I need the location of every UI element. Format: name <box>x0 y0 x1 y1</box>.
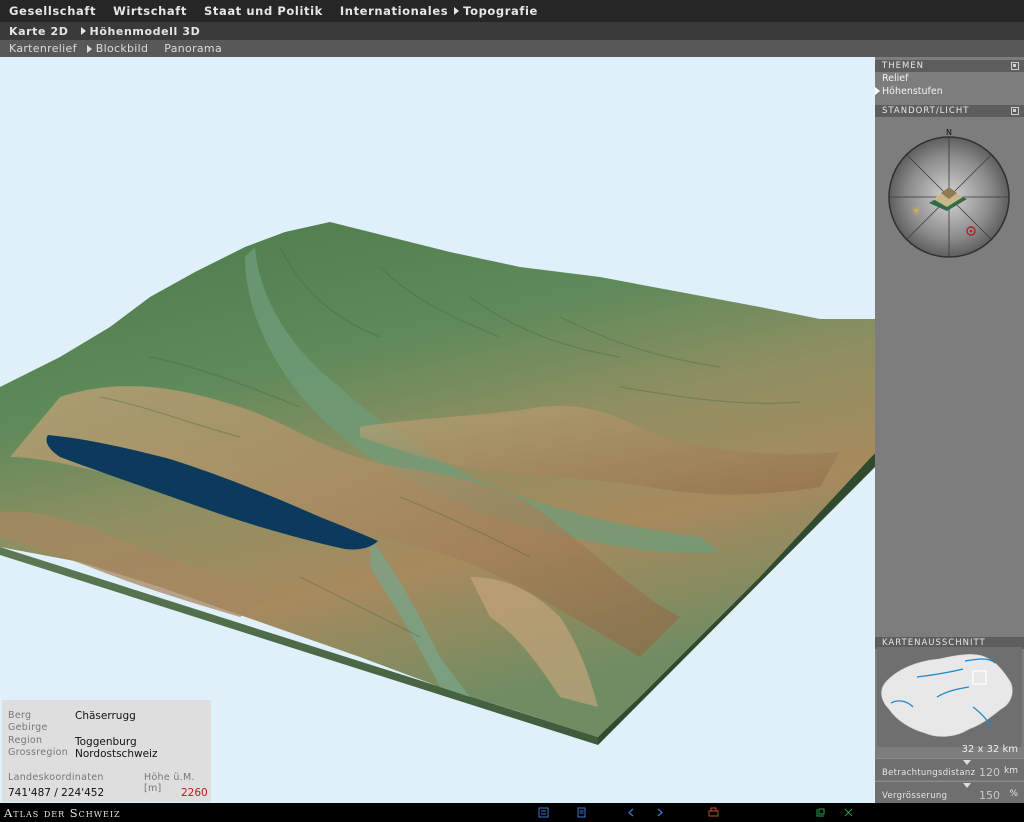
switzerland-outline-map[interactable] <box>877 647 1022 747</box>
zoom-control[interactable]: Vergrösserung 150 % <box>875 781 1024 803</box>
close-icon[interactable] <box>843 807 854 818</box>
atlas-brand: Atlas der Schweiz <box>4 806 121 820</box>
region-label: Region <box>8 735 43 746</box>
height-value: 2260 <box>181 787 208 799</box>
zoom-unit: % <box>1009 789 1018 799</box>
distance-label: Betrachtungsdistanz <box>882 768 976 778</box>
control-panel: THEMEN Relief Höhenstufen STANDORT/LICHT… <box>875 57 1024 803</box>
theme-hoehenstufen[interactable]: Höhenstufen <box>882 86 943 97</box>
sun-icon[interactable]: ✳ <box>911 204 921 218</box>
distance-control[interactable]: Betrachtungsdistanz 120 km <box>875 758 1024 780</box>
list-icon[interactable] <box>538 807 549 818</box>
nav-wirtschaft[interactable]: Wirtschaft <box>113 4 187 18</box>
active-arrow-icon <box>86 44 92 53</box>
nav-hoehenmodell-3d[interactable]: Höhenmodell 3D <box>90 25 201 38</box>
coordinates-label: Landeskoordinaten <box>8 772 104 783</box>
coordinates-value: 741'487 / 224'452 <box>8 787 105 799</box>
terrain-viewport[interactable] <box>0 57 875 803</box>
grossregion-label: Grossregion <box>8 747 69 758</box>
nav-panorama[interactable]: Panorama <box>164 42 222 55</box>
nav-staat-und-politik[interactable]: Staat und Politik <box>204 4 323 18</box>
distance-slider-knob[interactable] <box>963 760 971 765</box>
distance-value[interactable]: 120 <box>979 766 1000 779</box>
gebirge-label: Gebirge <box>8 722 48 733</box>
terrain-block-model[interactable] <box>0 57 875 803</box>
tertiary-navigation: Kartenrelief Blockbild Panorama <box>0 40 1024 57</box>
theme-relief[interactable]: Relief <box>882 73 909 84</box>
nav-kartenrelief[interactable]: Kartenrelief <box>9 42 77 55</box>
collapse-icon[interactable] <box>1011 62 1019 70</box>
zoom-slider-knob[interactable] <box>963 783 971 788</box>
primary-navigation: Gesellschaft Wirtschaft Staat und Politi… <box>0 0 1024 22</box>
themen-header: THEMEN <box>875 60 1024 72</box>
berg-value: Chäserrugg <box>75 710 136 722</box>
nav-topografie[interactable]: Topografie <box>463 4 538 18</box>
berg-label: Berg <box>8 710 32 721</box>
location-info-panel: Berg Chäserrugg Gebirge Region Toggenbur… <box>2 700 211 802</box>
arrow-right-icon[interactable] <box>654 807 665 818</box>
standort-title: STANDORT/LICHT <box>882 106 970 116</box>
document-icon[interactable] <box>576 807 587 818</box>
nav-gesellschaft[interactable]: Gesellschaft <box>9 4 96 18</box>
arrow-left-icon[interactable] <box>626 807 637 818</box>
selected-theme-arrow-icon <box>875 87 880 95</box>
distance-unit: km <box>1004 766 1018 776</box>
bottom-toolbar: Atlas der Schweiz <box>0 803 1024 822</box>
overview-map[interactable] <box>877 647 1022 747</box>
region-value: Toggenburg <box>75 736 137 748</box>
active-arrow-icon <box>80 27 86 35</box>
nav-internationales[interactable]: Internationales <box>340 4 448 18</box>
zoom-label: Vergrösserung <box>882 791 948 801</box>
compass-widget[interactable]: N ✳ <box>883 127 1015 261</box>
page-icon[interactable] <box>815 807 826 818</box>
nav-karte-2d[interactable]: Karte 2D <box>9 25 69 38</box>
print-icon[interactable] <box>708 807 719 818</box>
active-arrow-icon <box>454 7 460 15</box>
map-size-label: 32 x 32 km <box>961 744 1018 755</box>
compass-north-label: N <box>946 128 952 137</box>
standort-header: STANDORT/LICHT <box>875 105 1024 117</box>
secondary-navigation: Karte 2D Höhenmodell 3D <box>0 22 1024 40</box>
collapse-icon[interactable] <box>1011 107 1019 115</box>
grossregion-value: Nordostschweiz <box>75 748 158 760</box>
themen-title: THEMEN <box>882 61 925 71</box>
zoom-value[interactable]: 150 <box>979 789 1000 802</box>
nav-blockbild[interactable]: Blockbild <box>96 42 149 55</box>
